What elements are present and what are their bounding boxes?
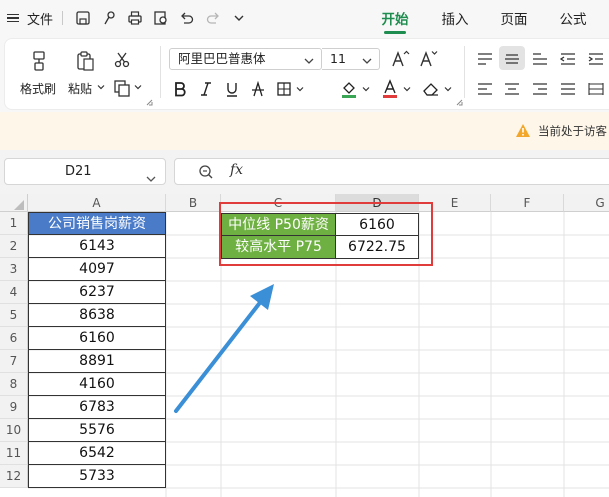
name-box[interactable]: D21 (4, 158, 166, 185)
justify-icon[interactable] (558, 79, 578, 99)
borders-dropdown-icon[interactable] (295, 84, 305, 94)
fill-color-dropdown-icon[interactable] (361, 84, 371, 94)
data-cell[interactable]: 6160 (28, 327, 166, 350)
share-icon[interactable] (98, 0, 120, 36)
distributed-align-icon[interactable] (586, 79, 606, 99)
align-center-icon[interactable] (502, 79, 522, 99)
fill-color-icon[interactable] (338, 78, 360, 100)
print-icon[interactable] (124, 0, 146, 36)
underline-icon[interactable] (222, 79, 242, 99)
chevron-down-icon (303, 53, 315, 73)
font-family-select[interactable]: 阿里巴巴普惠体 (169, 48, 322, 70)
row-header-4[interactable]: 4 (0, 281, 28, 304)
column-header-a[interactable]: A (28, 194, 166, 212)
row-header-8[interactable]: 8 (0, 373, 28, 396)
font-size-select[interactable]: 11 (322, 48, 380, 70)
data-cell[interactable]: 8638 (28, 304, 166, 327)
chevron-down-icon (361, 53, 373, 73)
align-left-icon[interactable] (475, 79, 495, 99)
ribbon-divider (160, 46, 161, 98)
copy-dropdown-icon[interactable] (133, 82, 143, 92)
row-header-7[interactable]: 7 (0, 350, 28, 373)
column-header-g[interactable]: G (564, 194, 609, 212)
paste-icon[interactable] (72, 48, 98, 74)
cut-icon[interactable] (112, 50, 132, 70)
row-header-3[interactable]: 3 (0, 258, 28, 281)
data-cell[interactable]: 4097 (28, 258, 166, 281)
tab-page[interactable]: 页面 (499, 0, 529, 36)
align-right-icon[interactable] (530, 79, 550, 99)
active-tab-indicator (384, 31, 406, 34)
align-top-icon[interactable] (475, 49, 495, 69)
ribbon-divider (464, 46, 465, 98)
font-size-value: 11 (330, 51, 346, 66)
borders-icon[interactable] (274, 79, 294, 99)
cell-a1-header[interactable]: 公司销售岗薪资 (28, 212, 166, 235)
increase-font-size-icon[interactable] (390, 49, 412, 69)
file-menu[interactable]: 文件 (27, 0, 53, 36)
format-painter-label[interactable]: 格式刷 (20, 80, 56, 97)
clear-format-icon[interactable] (420, 78, 442, 100)
print-preview-icon[interactable] (150, 0, 172, 36)
data-cell[interactable]: 6783 (28, 396, 166, 419)
tab-formula[interactable]: 公式 (558, 0, 588, 36)
redo-icon[interactable] (202, 0, 224, 36)
bold-icon[interactable] (170, 79, 190, 99)
data-cell[interactable]: 5576 (28, 419, 166, 442)
column-header-f[interactable]: F (491, 194, 564, 212)
select-all-triangle-icon (14, 200, 24, 210)
paste-dropdown-icon[interactable] (96, 82, 106, 92)
column-header-b[interactable]: B (166, 194, 221, 212)
data-cell[interactable]: 6237 (28, 281, 166, 304)
row-header-12[interactable]: 12 (0, 465, 28, 488)
strikethrough-icon[interactable] (248, 79, 268, 99)
align-middle-icon[interactable] (502, 49, 522, 69)
warning-icon (515, 123, 531, 142)
data-cell[interactable]: 6143 (28, 235, 166, 258)
font-color-dropdown-icon[interactable] (402, 84, 412, 94)
clear-dropdown-icon[interactable] (443, 84, 453, 94)
clipboard-launcher-icon[interactable] (145, 98, 153, 106)
toolbar-divider (62, 11, 63, 25)
zoom-search-icon[interactable] (198, 164, 214, 184)
row-header-1[interactable]: 1 (0, 212, 28, 235)
undo-icon[interactable] (176, 0, 198, 36)
annotation-arrow-icon (174, 284, 274, 413)
italic-icon[interactable] (196, 79, 216, 99)
row-header-11[interactable]: 11 (0, 442, 28, 465)
save-icon[interactable] (72, 0, 94, 36)
chevron-down-icon[interactable] (146, 168, 156, 187)
insert-function-fx-icon[interactable]: fx (230, 162, 243, 178)
copy-icon[interactable] (112, 78, 132, 98)
font-color-icon[interactable] (379, 78, 401, 100)
row-header-6[interactable]: 6 (0, 327, 28, 350)
decrease-indent-icon[interactable] (558, 49, 578, 69)
format-painter-icon[interactable] (26, 48, 52, 74)
top-menu-bar: 文件 开始 插入 页面 公式 (0, 0, 609, 36)
more-chevron-icon[interactable] (228, 0, 250, 36)
highlight-box (219, 202, 433, 266)
hamburger-menu-icon[interactable] (6, 0, 20, 36)
font-launcher-icon[interactable] (455, 98, 463, 106)
data-cell[interactable]: 6542 (28, 442, 166, 465)
paste-label[interactable]: 粘贴 (68, 80, 92, 97)
row-header-5[interactable]: 5 (0, 304, 28, 327)
data-cell[interactable]: 5733 (28, 465, 166, 488)
row-header-9[interactable]: 9 (0, 396, 28, 419)
row-header-10[interactable]: 10 (0, 419, 28, 442)
font-family-value: 阿里巴巴普惠体 (178, 51, 266, 66)
increase-indent-icon[interactable] (586, 49, 606, 69)
data-cell[interactable]: 4160 (28, 373, 166, 396)
align-bottom-icon[interactable] (530, 49, 550, 69)
guest-mode-notice-text: 当前处于访客 (538, 124, 607, 138)
row-header-2[interactable]: 2 (0, 235, 28, 258)
data-cell[interactable]: 8891 (28, 350, 166, 373)
tab-insert[interactable]: 插入 (440, 0, 470, 36)
decrease-font-size-icon[interactable] (418, 49, 440, 69)
